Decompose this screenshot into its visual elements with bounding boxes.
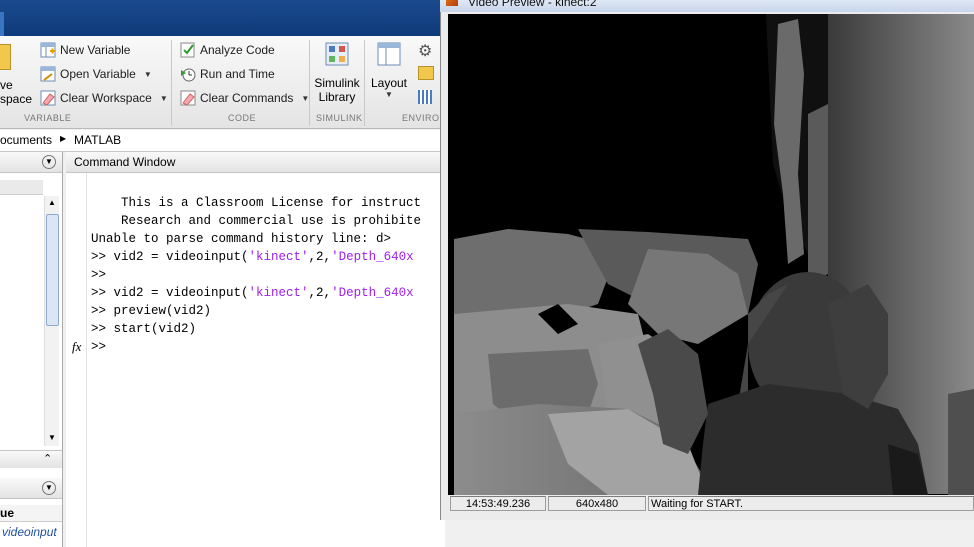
license-line-2: Research and commercial use is prohibite	[91, 214, 422, 228]
left-panel: ▼ ▲ ▼ ⌃ ▼ ue videoinput	[0, 152, 63, 547]
resolution-cell: 640x480	[548, 496, 646, 511]
new-variable-label: New Variable	[60, 43, 131, 57]
scroll-thumb[interactable]	[46, 214, 59, 326]
timestamp-text: 14:53:49.236	[465, 498, 531, 510]
matlab-logo-icon	[446, 0, 458, 6]
panel-options-icon[interactable]: ▼	[42, 481, 56, 495]
current-folder-bar[interactable]: ocuments ▶ MATLAB	[0, 130, 445, 152]
string-literal: 'kinect'	[248, 250, 309, 264]
clear-commands-icon	[180, 90, 196, 106]
analyze-code-button[interactable]: Analyze Code	[180, 42, 275, 58]
analyze-code-icon	[180, 42, 195, 58]
command-text: ,2,	[308, 250, 332, 264]
string-literal: 'Depth_640x	[331, 250, 414, 264]
chevron-up-icon[interactable]: ⌃	[43, 452, 52, 465]
simulink-label: Simulink	[314, 76, 360, 90]
file-list-header	[0, 180, 43, 195]
panel-options-icon[interactable]: ▼	[42, 155, 56, 169]
new-variable-icon	[40, 42, 56, 58]
chevron-down-icon[interactable]: ▼	[368, 90, 410, 99]
open-variable-button[interactable]: Open Variable ▼	[40, 66, 152, 82]
video-preview-title-bar[interactable]: Video Preview - kinect:2	[440, 0, 974, 12]
value-header-label: ue	[0, 506, 15, 520]
depth-image	[448, 14, 974, 495]
set-path-icon[interactable]	[418, 66, 434, 80]
command-window-header: Command Window	[66, 152, 445, 173]
command-text: >> vid2 = videoinput(	[91, 250, 249, 264]
command-text: ,2,	[308, 286, 332, 300]
run-and-time-button[interactable]: Run and Time	[180, 66, 275, 82]
home-tab-indicator[interactable]	[0, 12, 4, 36]
clear-workspace-button[interactable]: Clear Workspace ▼	[40, 90, 168, 106]
run-and-time-label: Run and Time	[200, 67, 275, 81]
command-window-gutter	[66, 173, 87, 547]
resolution-text: 640x480	[575, 498, 619, 510]
layout-label: Layout	[370, 76, 408, 90]
layout-icon	[377, 42, 401, 66]
code-section-label: CODE	[228, 113, 257, 123]
section-divider	[364, 40, 365, 126]
empty-prompt-line: >>	[91, 268, 107, 282]
breadcrumb-documents[interactable]: ocuments	[0, 133, 52, 147]
analyze-code-label: Analyze Code	[200, 43, 275, 57]
command-prompt[interactable]: >>	[91, 340, 106, 354]
save-workspace-icon	[0, 44, 11, 70]
simulink-library-button[interactable]: Simulink Library	[314, 42, 360, 106]
workspace-row[interactable]: videoinput	[0, 523, 62, 541]
clear-commands-button[interactable]: Clear Commands ▼	[180, 90, 309, 106]
save-workspace-button[interactable]: ve space	[0, 44, 33, 108]
simulink-section-label: SIMULINK	[316, 113, 363, 123]
parallel-icon[interactable]	[418, 90, 432, 104]
breadcrumb-matlab[interactable]: MATLAB	[74, 133, 121, 147]
command-text: >> vid2 = videoinput(	[91, 286, 249, 300]
environment-section-label: ENVIRO	[402, 113, 440, 123]
depth-video-frame	[448, 14, 974, 495]
clear-commands-label: Clear Commands	[200, 91, 294, 105]
simulink-library-icon	[325, 42, 349, 66]
acquisition-state-cell: Waiting for START.	[648, 496, 974, 511]
command-line-1: >> vid2 = videoinput('kinect',2,'Depth_6…	[91, 250, 414, 264]
run-and-time-icon	[181, 68, 196, 82]
layout-button[interactable]: Layout ▼	[368, 42, 410, 106]
value-cell: videoinput	[2, 525, 57, 539]
workspace-header: ▼	[0, 478, 62, 499]
section-divider	[309, 40, 310, 126]
string-literal: 'kinect'	[248, 286, 309, 300]
clear-workspace-label: Clear Workspace	[60, 91, 152, 105]
command-line-4: >> start(vid2)	[91, 322, 197, 336]
new-variable-button[interactable]: New Variable	[40, 42, 130, 58]
acquisition-state-text: Waiting for START.	[651, 498, 744, 510]
open-variable-icon	[40, 66, 56, 82]
command-line-2: >> vid2 = videoinput('kinect',2,'Depth_6…	[91, 286, 414, 300]
vertical-scrollbar[interactable]: ▲ ▼	[44, 196, 59, 446]
history-warning-line: Unable to parse command history line: d>	[91, 232, 392, 246]
command-window[interactable]	[66, 173, 445, 547]
panel-collapse-bar[interactable]: ⌃	[0, 450, 62, 468]
string-literal: 'Depth_640x	[331, 286, 414, 300]
variable-section-label: VARIABLE	[24, 113, 72, 123]
workspace-label: space	[0, 92, 33, 106]
video-status-bar: 14:53:49.236 640x480 Waiting for START.	[448, 496, 974, 512]
timestamp-cell: 14:53:49.236	[450, 496, 546, 511]
save-label: ve	[0, 78, 13, 92]
function-browser-icon[interactable]: fx	[72, 339, 81, 355]
video-preview-title: Video Preview - kinect:2	[468, 0, 597, 9]
workspace-value-column-header[interactable]: ue	[0, 505, 62, 522]
library-label: Library	[318, 90, 356, 104]
license-line-1: This is a Classroom License for instruct	[91, 196, 422, 210]
open-variable-label: Open Variable	[60, 67, 136, 81]
chevron-down-icon[interactable]: ▼	[144, 70, 152, 79]
scroll-down-arrow[interactable]: ▼	[48, 433, 56, 442]
preferences-icon[interactable]: ⚙	[418, 41, 432, 61]
command-line-3: >> preview(vid2)	[91, 304, 212, 318]
chevron-down-icon[interactable]: ▼	[160, 94, 168, 103]
scroll-up-arrow[interactable]: ▲	[48, 198, 56, 207]
clear-workspace-icon	[40, 90, 56, 106]
matlab-title-bar	[0, 0, 445, 36]
section-divider	[171, 40, 172, 126]
command-window-title: Command Window	[74, 155, 176, 169]
chevron-right-icon: ▶	[60, 134, 67, 143]
